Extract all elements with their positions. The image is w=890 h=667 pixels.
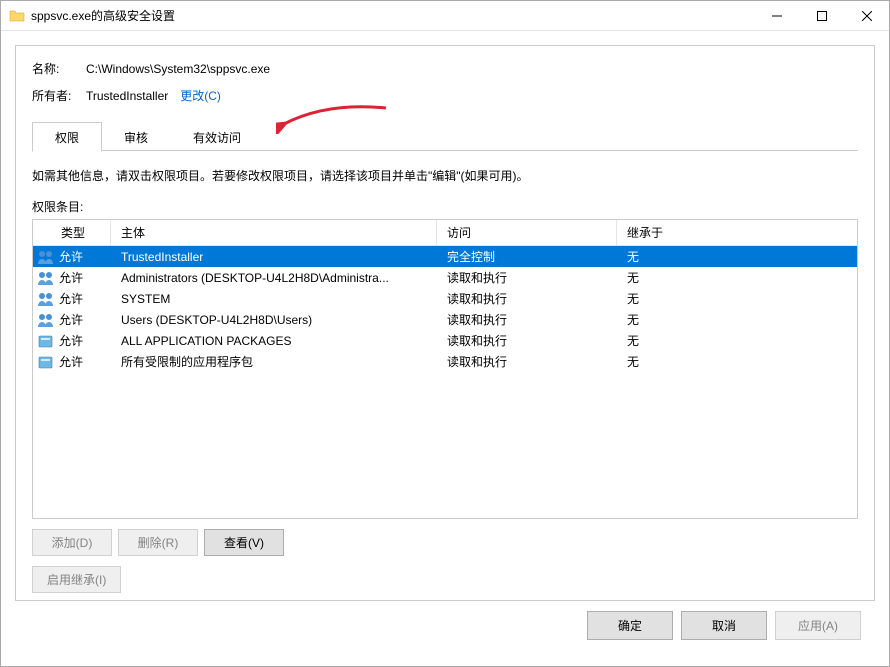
object-info: 名称: C:\Windows\System32\sppsvc.exe 所有者: …: [32, 60, 858, 114]
apply-button[interactable]: 应用(A): [775, 611, 861, 640]
type-text: 允许: [59, 269, 83, 286]
tab-audit[interactable]: 审核: [101, 122, 171, 151]
cell-principal: TrustedInstaller: [111, 250, 437, 264]
type-text: 允许: [59, 332, 83, 349]
group-icon: [37, 270, 55, 286]
cell-principal: Administrators (DESKTOP-U4L2H8D\Administ…: [111, 271, 437, 285]
package-icon: [37, 354, 55, 370]
type-text: 允许: [59, 311, 83, 328]
remove-button[interactable]: 删除(R): [118, 529, 198, 556]
view-button[interactable]: 查看(V): [204, 529, 284, 556]
folder-icon: [9, 8, 25, 24]
package-icon: [37, 333, 55, 349]
maximize-button[interactable]: [799, 1, 844, 30]
owner-label: 所有者:: [32, 87, 86, 104]
cancel-button[interactable]: 取消: [681, 611, 767, 640]
tab-effective-access[interactable]: 有效访问: [170, 122, 264, 151]
type-text: 允许: [59, 353, 83, 370]
cell-principal: 所有受限制的应用程序包: [111, 353, 437, 370]
titlebar: sppsvc.exe的高级安全设置: [1, 1, 889, 31]
content-area: 名称: C:\Windows\System32\sppsvc.exe 所有者: …: [1, 31, 889, 666]
table-row[interactable]: 允许 Administrators (DESKTOP-U4L2H8D\Admini…: [33, 267, 857, 288]
cell-type: 允许: [33, 248, 111, 265]
group-icon: [37, 312, 55, 328]
table-row[interactable]: 允许 ALL APPLICATION PACKAGES读取和执行无: [33, 330, 857, 351]
description-text: 如需其他信息，请双击权限项目。若要修改权限项目，请选择该项目并单击"编辑"(如果…: [32, 167, 858, 184]
group-icon: [37, 291, 55, 307]
cell-type: 允许: [33, 290, 111, 307]
cell-access: 读取和执行: [437, 332, 617, 349]
col-access[interactable]: 访问: [437, 220, 617, 245]
cell-inherit: 无: [617, 353, 857, 370]
entries-label: 权限条目:: [32, 198, 858, 215]
cell-inherit: 无: [617, 290, 857, 307]
enable-inherit-button[interactable]: 启用继承(I): [32, 566, 121, 593]
group-icon: [37, 249, 55, 265]
cell-type: 允许: [33, 332, 111, 349]
table-row[interactable]: 允许 Users (DESKTOP-U4L2H8D\Users)读取和执行无: [33, 309, 857, 330]
cell-access: 读取和执行: [437, 269, 617, 286]
cell-inherit: 无: [617, 311, 857, 328]
col-principal[interactable]: 主体: [111, 220, 437, 245]
minimize-button[interactable]: [754, 1, 799, 30]
cell-type: 允许: [33, 311, 111, 328]
cell-access: 读取和执行: [437, 353, 617, 370]
cell-access: 读取和执行: [437, 311, 617, 328]
entry-buttons: 添加(D) 删除(R) 查看(V): [32, 529, 858, 556]
list-header: 类型 主体 访问 继承于: [33, 220, 857, 246]
type-text: 允许: [59, 290, 83, 307]
type-text: 允许: [59, 248, 83, 265]
close-button[interactable]: [844, 1, 889, 30]
tab-permissions[interactable]: 权限: [32, 122, 102, 152]
cell-inherit: 无: [617, 248, 857, 265]
name-value: C:\Windows\System32\sppsvc.exe: [86, 62, 270, 76]
name-label: 名称:: [32, 60, 86, 77]
advanced-security-window: sppsvc.exe的高级安全设置 名称: C:\Windows\System3…: [0, 0, 890, 667]
window-title: sppsvc.exe的高级安全设置: [31, 7, 754, 24]
tab-permissions-body: 如需其他信息，请双击权限项目。若要修改权限项目，请选择该项目并单击"编辑"(如果…: [32, 151, 858, 590]
table-row[interactable]: 允许 SYSTEM读取和执行无: [33, 288, 857, 309]
dialog-footer: 确定 取消 应用(A): [15, 601, 875, 652]
col-type[interactable]: 类型: [33, 220, 111, 245]
cell-access: 完全控制: [437, 248, 617, 265]
cell-principal: SYSTEM: [111, 292, 437, 306]
inherit-buttons: 启用继承(I): [32, 566, 858, 593]
window-controls: [754, 1, 889, 30]
tab-strip: 权限 审核 有效访问: [32, 122, 858, 151]
add-button[interactable]: 添加(D): [32, 529, 112, 556]
owner-value: TrustedInstaller: [86, 89, 168, 103]
inner-panel: 名称: C:\Windows\System32\sppsvc.exe 所有者: …: [15, 45, 875, 601]
permission-entries-list[interactable]: 类型 主体 访问 继承于 允许TrustedInstaller完全控制无允许Ad…: [32, 219, 858, 519]
cell-type: 允许: [33, 269, 111, 286]
cell-principal: Users (DESKTOP-U4L2H8D\Users): [111, 313, 437, 327]
table-row[interactable]: 允许 TrustedInstaller完全控制无: [33, 246, 857, 267]
change-owner-link[interactable]: 更改(C): [180, 87, 221, 104]
ok-button[interactable]: 确定: [587, 611, 673, 640]
cell-type: 允许: [33, 353, 111, 370]
cell-inherit: 无: [617, 332, 857, 349]
cell-principal: ALL APPLICATION PACKAGES: [111, 334, 437, 348]
col-inherit[interactable]: 继承于: [617, 220, 857, 245]
cell-access: 读取和执行: [437, 290, 617, 307]
cell-inherit: 无: [617, 269, 857, 286]
table-row[interactable]: 允许 所有受限制的应用程序包读取和执行无: [33, 351, 857, 372]
